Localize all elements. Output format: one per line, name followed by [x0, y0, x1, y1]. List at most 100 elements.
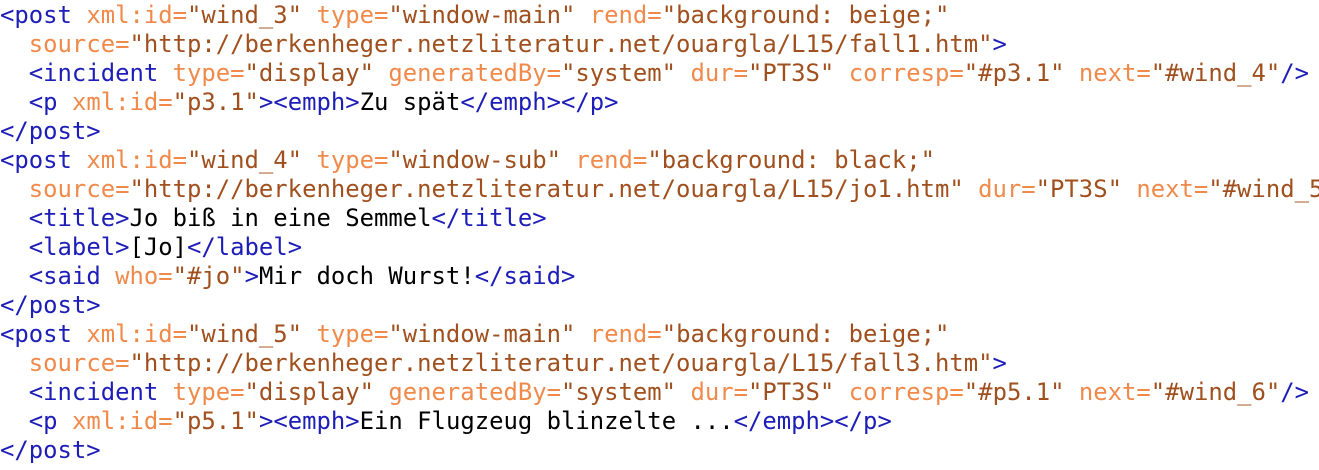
xml-attribute-token: corresp= [848, 59, 964, 87]
xml-value-token: "http://berkenheger.netzliteratur.net/ou… [129, 30, 993, 58]
xml-tag-token: <incident [28, 59, 159, 87]
xml-value-token: "wind_3" [187, 1, 303, 29]
xml-attribute-token: dur= [690, 59, 749, 87]
xml-value-token: "#wind_6" [1150, 378, 1281, 406]
xml-value-token: "http://berkenheger.netzliteratur.net/ou… [129, 349, 993, 377]
xml-value-token: "PT3S" [748, 378, 835, 406]
code-line: <incident type="display" generatedBy="sy… [0, 378, 1319, 407]
xml-attribute-token: xml:id= [86, 320, 187, 348]
code-line: </post> [0, 291, 1319, 320]
xml-value-token: "p3.1" [172, 88, 259, 116]
xml-text-token: Ein Flugzeug blinzelte ... [359, 407, 734, 435]
xml-tag-token: <post [0, 146, 72, 174]
code-line: <post xml:id="wind_5" type="window-main"… [0, 320, 1319, 349]
xml-text-token: Mir doch Wurst! [258, 262, 475, 290]
xml-attribute-token: source= [28, 175, 130, 203]
xml-text-token [72, 320, 86, 348]
xml-tag-token: </label> [187, 233, 303, 261]
xml-value-token: "system" [561, 59, 677, 87]
xml-attribute-token: next= [1136, 175, 1209, 203]
xml-value-token: "#wind_4" [1150, 59, 1281, 87]
xml-text-token [0, 378, 29, 406]
xml-attribute-token: type= [172, 378, 245, 406]
xml-text-token [1122, 175, 1136, 203]
xml-value-token: "PT3S" [1035, 175, 1122, 203]
xml-attribute-token: xml:id= [71, 88, 173, 116]
xml-text-token [72, 1, 86, 29]
xml-text-token [1064, 59, 1078, 87]
xml-text-token [58, 88, 72, 116]
code-line: <p xml:id="p3.1"><emph>Zu spät</emph></p… [0, 88, 1319, 117]
xml-attribute-token: type= [316, 320, 389, 348]
xml-text-token [158, 59, 172, 87]
xml-tag-token: </post> [0, 117, 101, 145]
xml-value-token: "background: beige;" [661, 320, 950, 348]
code-line: <incident type="display" generatedBy="sy… [0, 59, 1319, 88]
xml-text-token [0, 204, 29, 232]
xml-value-token: "#p5.1" [963, 378, 1065, 406]
xml-text-token [1064, 378, 1078, 406]
xml-text-token [0, 262, 29, 290]
xml-value-token: "display" [244, 378, 374, 406]
xml-tag-token: </post> [0, 291, 101, 319]
xml-tag-token: > [992, 349, 1007, 377]
code-line: <said who="#jo">Mir doch Wurst!</said> [0, 262, 1319, 291]
xml-tag-token: /> [1280, 378, 1310, 406]
xml-attribute-token: xml:id= [86, 1, 187, 29]
xml-text-token [158, 378, 172, 406]
xml-tag-token: /> [1280, 59, 1310, 87]
xml-attribute-token: rend= [589, 320, 662, 348]
code-line: source="http://berkenheger.netzliteratur… [0, 349, 1319, 378]
xml-tag-token: </emph></p> [460, 88, 619, 116]
xml-value-token: "p5.1" [172, 407, 259, 435]
xml-tag-token: > [244, 262, 259, 290]
xml-text-token: [Jo] [129, 233, 188, 261]
xml-text-token [0, 233, 29, 261]
code-line: source="http://berkenheger.netzliteratur… [0, 30, 1319, 59]
xml-value-token: "#jo" [172, 262, 245, 290]
xml-text-token: Jo biß in eine Semmel [129, 204, 432, 232]
xml-text-token [0, 30, 29, 58]
xml-tag-token: <label> [28, 233, 130, 261]
xml-text-token [101, 262, 115, 290]
xml-attribute-token: source= [28, 30, 130, 58]
code-editor[interactable]: <post xml:id="wind_3" type="window-main"… [0, 0, 1319, 470]
xml-tag-token: ><emph> [258, 407, 360, 435]
code-line: </post> [0, 117, 1319, 146]
xml-text-token [302, 1, 316, 29]
xml-text-token [0, 59, 29, 87]
xml-value-token: "http://berkenheger.netzliteratur.net/ou… [129, 175, 964, 203]
xml-tag-token: <title> [28, 204, 130, 232]
xml-text-token [834, 59, 848, 87]
xml-text-token: Zu spät [359, 88, 461, 116]
xml-text-token [0, 175, 29, 203]
xml-text-token [374, 378, 388, 406]
xml-value-token: "wind_5" [187, 320, 303, 348]
xml-text-token [302, 320, 316, 348]
xml-tag-token: <incident [28, 378, 159, 406]
xml-text-token [676, 59, 690, 87]
xml-attribute-token: type= [316, 1, 389, 29]
xml-tag-token: <said [28, 262, 101, 290]
xml-attribute-token: dur= [690, 378, 749, 406]
xml-attribute-token: type= [316, 146, 389, 174]
xml-value-token: "display" [244, 59, 374, 87]
xml-value-token: "window-sub" [388, 146, 561, 174]
xml-attribute-token: xml:id= [71, 407, 173, 435]
xml-attribute-token: xml:id= [86, 146, 187, 174]
xml-text-token [302, 146, 316, 174]
xml-text-token [0, 349, 29, 377]
xml-tag-token: <p [28, 88, 58, 116]
xml-value-token: "PT3S" [748, 59, 835, 87]
xml-attribute-token: generatedBy= [388, 59, 561, 87]
xml-tag-token: </post> [0, 436, 101, 464]
xml-attribute-token: dur= [978, 175, 1036, 203]
xml-tag-token: <p [28, 407, 58, 435]
xml-text-token [964, 175, 978, 203]
xml-attribute-token: next= [1078, 59, 1151, 87]
xml-text-token [575, 320, 589, 348]
code-line: </post> [0, 436, 1319, 465]
code-line: <post xml:id="wind_3" type="window-main"… [0, 1, 1319, 30]
xml-value-token: "background: black;" [647, 146, 935, 174]
xml-text-token [374, 59, 388, 87]
